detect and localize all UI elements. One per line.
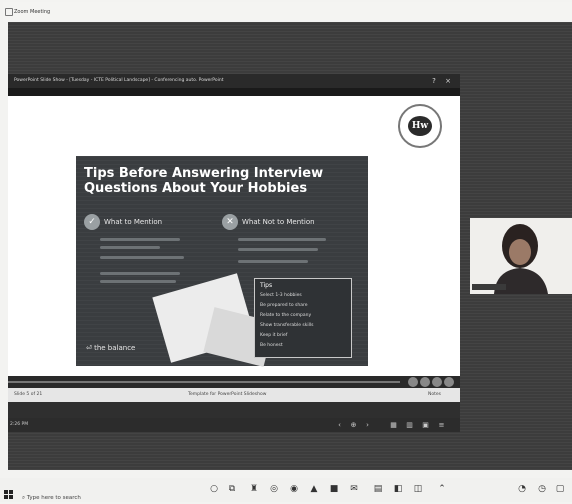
powerpoint-window-title: PowerPoint Slide Show - [Tuesday - ICTE … [14,78,224,83]
tip-item: Relate to the company [260,313,312,318]
action-center-icon[interactable]: ▢ [554,483,566,496]
bullet-line [238,260,308,263]
notification-icon[interactable]: ◔ [516,483,528,496]
slide-title-line-1: Tips Before Answering Interview [84,166,324,181]
tray-up-icon[interactable]: ⌃ [436,483,448,496]
tip-item: Keep it brief [260,333,288,338]
slide-counter: Slide 5 of 21 [14,392,43,397]
shared-screen: PowerPoint Slide Show - [Tuesday - ICTE … [8,74,460,418]
app-icon[interactable]: ♜ [248,483,260,496]
zoom-app-icon [5,8,13,16]
tip-item: Show transferable skills [260,323,314,328]
zoom-icon[interactable]: ◧ [392,483,404,496]
participant-avatar [470,218,572,294]
current-slide: Tips Before Answering Interview Question… [76,156,368,367]
clock-icon[interactable]: ◷ [536,483,548,496]
help-icon[interactable]: ? [430,77,438,85]
search-placeholder: Type here to search [26,495,81,501]
tip-item: Select 1-3 hobbies [260,293,302,298]
slideshow-icon[interactable]: ▣ [420,420,431,430]
powerpoint-status-bar: Slide 5 of 21 Template for PowerPoint Sl… [8,388,460,402]
mail-icon[interactable]: ✉ [348,483,360,496]
brand-icon: ⏎ [86,344,95,352]
brand-footer: ⏎ the balance [86,344,135,352]
nav-dot[interactable] [420,377,430,387]
bullet-line [238,238,326,241]
tips-card: Tips Select 1-3 hobbies Be prepared to s… [254,278,352,358]
window-title: Zoom Meeting [14,9,51,15]
notes-label[interactable]: Notes [428,392,441,397]
participant-video[interactable] [470,218,572,294]
slide-title-line-2: Questions About Your Hobbies [84,181,308,196]
nav-dot[interactable] [408,377,418,387]
chrome-icon[interactable]: ◉ [288,483,300,496]
status-center-text: Template for PowerPoint Slideshow [188,392,267,397]
bullet-line [238,248,318,251]
window-title-bar: Zoom Meeting [3,2,572,22]
logo-mark: Hw [408,116,432,136]
bullet-line [100,272,180,275]
tip-item: Be prepared to share [260,303,308,308]
presentation-bottom-area [8,402,460,418]
slide-progress-strip [8,376,460,388]
bullet-line [100,280,176,283]
column-what-not-to-mention: ✕ What Not to Mention [222,214,315,230]
column-what-to-mention: ✓ What to Mention [84,214,162,230]
photos-icon[interactable]: ◫ [412,483,424,496]
view-icon[interactable]: ⊕ [348,420,359,430]
bullet-line [100,238,180,241]
tips-heading: Tips [260,282,273,289]
previous-icon[interactable]: ‹ [334,420,345,430]
store-icon[interactable]: ▲ [308,483,320,496]
file-explorer-icon[interactable]: ▤ [372,483,384,496]
settings-icon[interactable]: ≡ [436,420,447,430]
edge-icon[interactable]: ◎ [268,483,280,496]
powerpoint-icon[interactable]: ■ [328,483,340,496]
nav-dot[interactable] [432,377,442,387]
reading-view-icon[interactable]: ▥ [404,420,415,430]
grid-view-icon[interactable]: ▦ [388,420,399,430]
windows-start-icon[interactable] [4,485,14,499]
brand-name: the balance [94,344,136,352]
progress-track [8,381,400,383]
windows-taskbar: ⌕ Type here to search ○ ⧉ ♜ ◎ ◉ ▲ ■ ✉ ▤ … [0,478,572,502]
next-icon[interactable]: › [362,420,373,430]
column-heading-left: What to Mention [104,218,163,226]
column-heading-right: What Not to Mention [242,218,315,226]
close-icon[interactable]: × [444,77,452,85]
checkmark-icon: ✓ [84,214,100,230]
slide-title: Tips Before Answering Interview Question… [84,166,324,196]
powerpoint-title-bar: PowerPoint Slide Show - [Tuesday - ICTE … [8,74,460,88]
zoom-control-bar: 2:26 PM ‹ ⊕ › ▦ ▥ ▣ ≡ [8,418,460,432]
task-view-icon[interactable]: ⧉ [226,483,238,496]
bullet-line [100,246,160,249]
time-label: 2:26 PM [10,422,29,427]
powerpoint-toolbar [8,88,460,96]
tip-item: Be honest [260,343,283,348]
taskbar-search[interactable]: ⌕ Type here to search [22,484,162,501]
nav-dot[interactable] [444,377,454,387]
cortana-icon[interactable]: ○ [208,483,220,496]
x-mark-icon: ✕ [222,214,238,230]
bullet-line [100,256,184,259]
organization-logo: Hw [398,104,442,148]
